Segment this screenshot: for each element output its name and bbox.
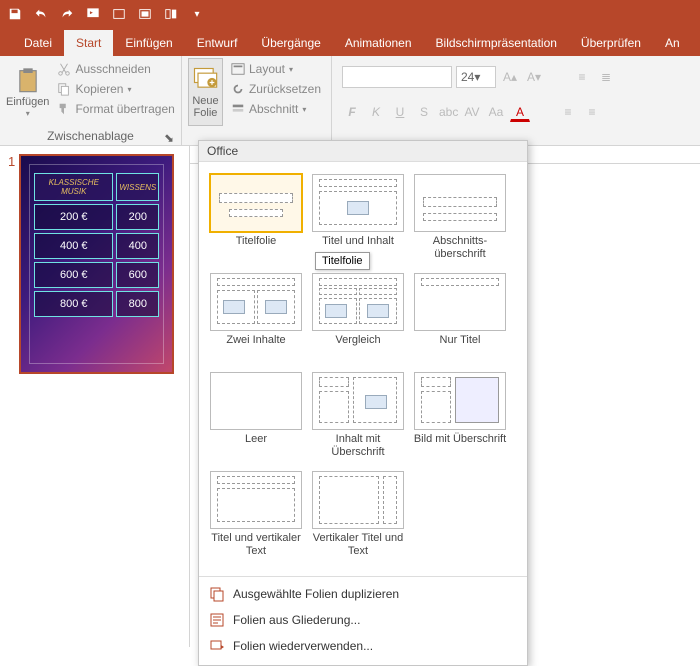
- layout-name: Bild mit Überschrift: [414, 433, 506, 459]
- duplicate-slides-menu[interactable]: Ausgewählte Folien duplizieren: [199, 581, 527, 607]
- tab-einfuegen[interactable]: Einfügen: [113, 30, 184, 56]
- layout-content_caption[interactable]: Inhalt mit Überschrift: [307, 368, 409, 467]
- strike-icon[interactable]: abc: [438, 102, 458, 122]
- tab-animationen[interactable]: Animationen: [333, 30, 424, 56]
- align-left-icon[interactable]: ≡: [558, 102, 578, 122]
- qat-icon[interactable]: [162, 5, 180, 23]
- paste-label: Einfügen: [6, 96, 49, 108]
- bullets-icon[interactable]: ≡: [572, 67, 592, 87]
- layout-section[interactable]: Abschnitts-überschrift: [409, 170, 511, 269]
- tab-datei[interactable]: Datei: [12, 30, 64, 56]
- underline-icon[interactable]: U: [390, 102, 410, 122]
- spacing-icon[interactable]: AV: [462, 102, 482, 122]
- decrease-font-icon[interactable]: A▾: [524, 67, 544, 87]
- tab-bildschirmpraesentation[interactable]: Bildschirmpräsentation: [424, 30, 569, 56]
- customize-qat-icon[interactable]: ▾: [188, 5, 206, 23]
- quick-access-toolbar: ▾: [0, 0, 700, 28]
- layout-comparison[interactable]: Vergleich: [307, 269, 409, 368]
- font-color-icon[interactable]: A: [510, 102, 530, 122]
- copy-button[interactable]: Kopieren ▾: [53, 80, 178, 98]
- bold-icon[interactable]: F: [342, 102, 362, 122]
- layout-tooltip: Titelfolie: [315, 252, 370, 270]
- layout-name: Zwei Inhalte: [226, 334, 285, 360]
- reuse-slides-menu[interactable]: Folien wiederverwenden...: [199, 633, 527, 659]
- section-button[interactable]: Abschnitt ▾: [227, 100, 325, 118]
- layout-name: Leer: [245, 433, 267, 459]
- ribbon-tabs: Datei Start Einfügen Entwurf Übergänge A…: [0, 28, 700, 56]
- layout-title[interactable]: Titelfolie: [205, 170, 307, 269]
- layout-button[interactable]: Layout ▾: [227, 60, 325, 78]
- layout-name: Abschnitts-überschrift: [411, 235, 509, 261]
- increase-font-icon[interactable]: A▴: [500, 67, 520, 87]
- tab-ueberpruefen[interactable]: Überprüfen: [569, 30, 653, 56]
- format-painter-button[interactable]: Format übertragen: [53, 100, 178, 118]
- new-slide-gallery: Office TitelfolieTitel und InhaltAbschni…: [198, 140, 528, 666]
- new-slide-button[interactable]: Neue Folie: [188, 58, 223, 126]
- tab-uebergaenge[interactable]: Übergänge: [249, 30, 332, 56]
- tab-entwurf[interactable]: Entwurf: [185, 30, 250, 56]
- gallery-header: Office: [199, 141, 527, 162]
- italic-icon[interactable]: K: [366, 102, 386, 122]
- case-icon[interactable]: Aa: [486, 102, 506, 122]
- font-family-select[interactable]: [342, 66, 452, 88]
- clipboard-group-label: Zwischenablage⬊: [6, 127, 175, 145]
- layout-vert_title[interactable]: Vertikaler Titel und Text: [307, 467, 409, 566]
- slide-thumbnail[interactable]: KLASSISCHE MUSIKWISSENS 200 €200 400 €40…: [19, 154, 174, 374]
- layout-name: Titelfolie: [236, 235, 277, 261]
- start-from-beginning-icon[interactable]: [84, 5, 102, 23]
- layout-name: Inhalt mit Überschrift: [309, 433, 407, 459]
- new-slide-label: Neue Folie: [192, 95, 218, 119]
- align-center-icon[interactable]: ≡: [582, 102, 602, 122]
- layout-name: Titel und vertikaler Text: [207, 532, 305, 558]
- qat-icon[interactable]: [136, 5, 154, 23]
- tab-start[interactable]: Start: [64, 30, 113, 56]
- ribbon: Einfügen ▾ Ausschneiden Kopieren ▾ Forma…: [0, 56, 700, 146]
- reset-button[interactable]: Zurücksetzen: [227, 80, 325, 98]
- dialog-launcher-icon[interactable]: ⬊: [163, 131, 175, 143]
- layout-name: Vertikaler Titel und Text: [309, 532, 407, 558]
- layout-name: Vergleich: [335, 334, 380, 360]
- slide-number: 1: [8, 154, 15, 169]
- cut-button[interactable]: Ausschneiden: [53, 60, 178, 78]
- tab-ansicht[interactable]: An: [653, 30, 692, 56]
- layout-pic_caption[interactable]: Bild mit Überschrift: [409, 368, 511, 467]
- qat-icon[interactable]: [110, 5, 128, 23]
- shadow-icon[interactable]: S: [414, 102, 434, 122]
- layout-name: Nur Titel: [440, 334, 481, 360]
- layout-two_content[interactable]: Zwei Inhalte: [205, 269, 307, 368]
- layout-title_only[interactable]: Nur Titel: [409, 269, 511, 368]
- layout-blank[interactable]: Leer: [205, 368, 307, 467]
- paste-button[interactable]: Einfügen ▾: [6, 58, 49, 126]
- font-size-select[interactable]: 24 ▾: [456, 66, 496, 88]
- slides-from-outline-menu[interactable]: Folien aus Gliederung...: [199, 607, 527, 633]
- undo-icon[interactable]: [32, 5, 50, 23]
- save-icon[interactable]: [6, 5, 24, 23]
- numbering-icon[interactable]: ≣: [596, 67, 616, 87]
- redo-icon[interactable]: [58, 5, 76, 23]
- layout-vert_text[interactable]: Titel und vertikaler Text: [205, 467, 307, 566]
- slide-thumbnail-panel: 1 KLASSISCHE MUSIKWISSENS 200 €200 400 €…: [0, 146, 190, 647]
